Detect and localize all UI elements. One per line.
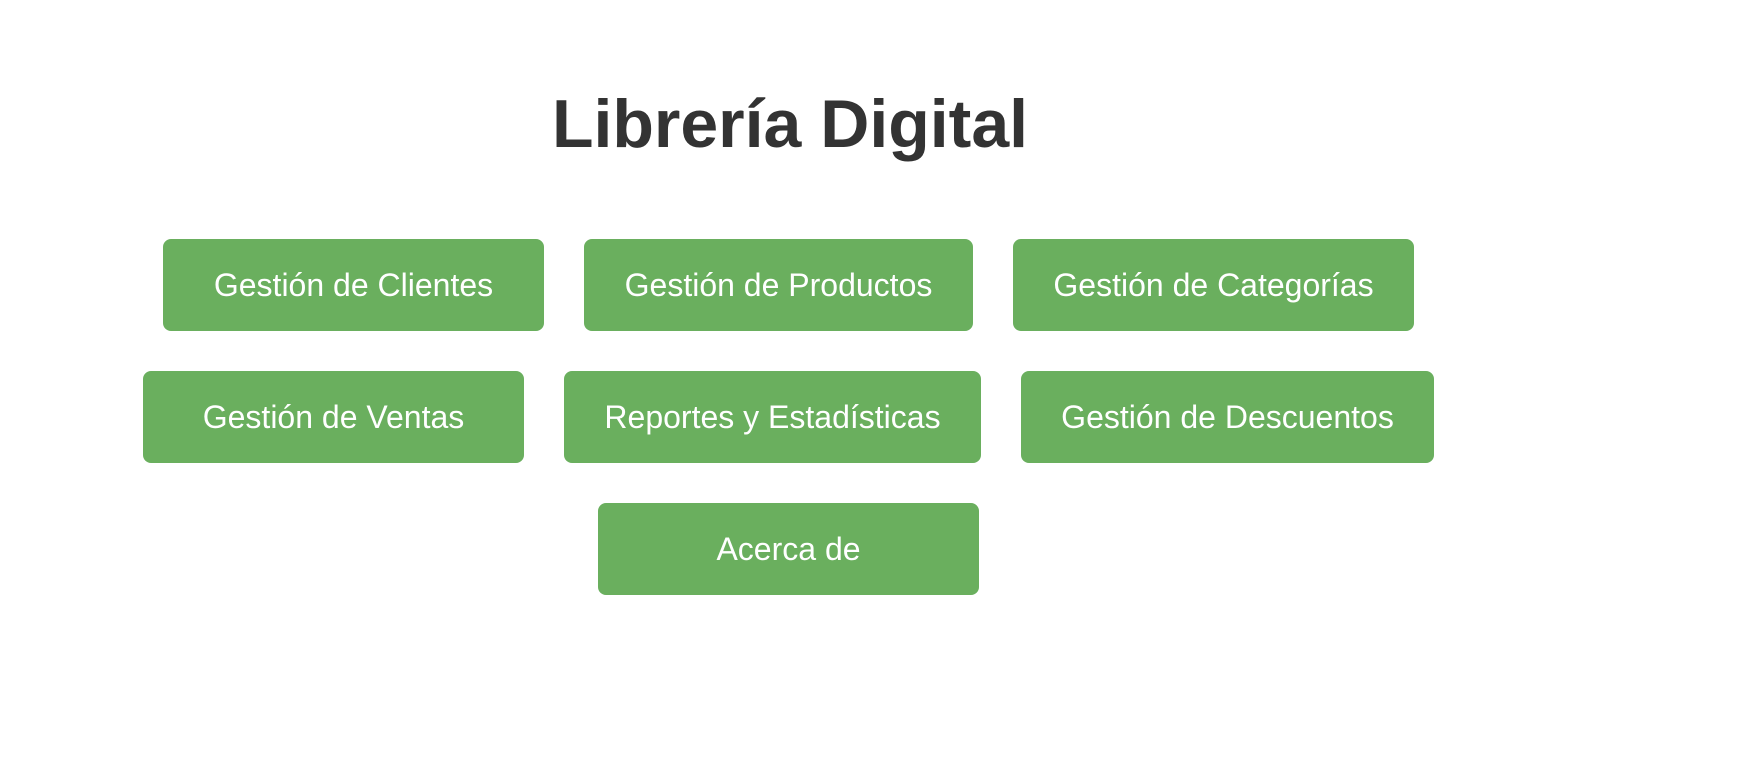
acerca-button[interactable]: Acerca de	[598, 503, 979, 595]
clientes-button[interactable]: Gestión de Clientes	[163, 239, 544, 331]
categorias-button[interactable]: Gestión de Categorías	[1013, 239, 1414, 331]
main-menu-page: Librería Digital Gestión de Clientes Ges…	[0, 0, 1746, 772]
productos-button[interactable]: Gestión de Productos	[584, 239, 973, 331]
reportes-button[interactable]: Reportes y Estadísticas	[564, 371, 981, 463]
ventas-button[interactable]: Gestión de Ventas	[143, 371, 524, 463]
page-title: Librería Digital	[551, 86, 1029, 162]
descuentos-button[interactable]: Gestión de Descuentos	[1021, 371, 1434, 463]
